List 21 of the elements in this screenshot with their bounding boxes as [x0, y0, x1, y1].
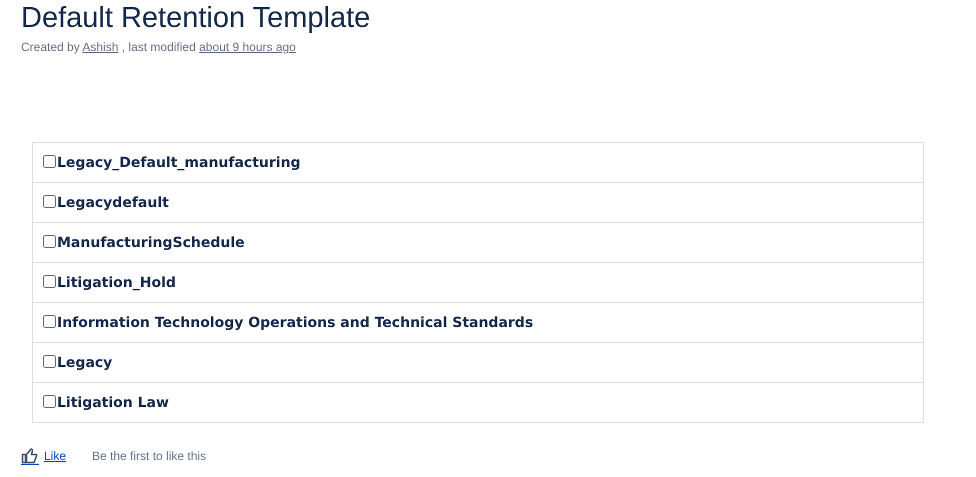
- like-link[interactable]: Like: [44, 449, 66, 463]
- page-title: Default Retention Template: [21, 1, 372, 36]
- item-label: ManufacturingSchedule: [57, 234, 245, 250]
- author-link[interactable]: Ashish: [82, 40, 118, 54]
- checkbox[interactable]: [43, 354, 56, 368]
- item-label: Information Technology Operations and Technical Standards: [57, 314, 534, 330]
- item-label: Litigation Law: [57, 394, 169, 410]
- like-note: Be the first to like this: [92, 449, 206, 463]
- checkbox[interactable]: [43, 394, 56, 408]
- checkbox[interactable]: [43, 274, 56, 288]
- checkbox[interactable]: [43, 314, 56, 328]
- checkbox[interactable]: [43, 194, 56, 208]
- item-label: Legacy: [57, 354, 112, 370]
- item-label: Litigation_Hold: [57, 274, 176, 290]
- checkbox[interactable]: [43, 154, 56, 168]
- checkbox[interactable]: [43, 234, 56, 248]
- thumbs-up-icon[interactable]: [21, 447, 39, 465]
- item-label: Legacydefault: [57, 194, 169, 210]
- item-label: Legacy_Default_manufacturing: [57, 154, 301, 170]
- modified-link[interactable]: about 9 hours ago: [199, 40, 296, 54]
- byline: Created by Ashish , last modified about 9 hours ago: [21, 40, 297, 54]
